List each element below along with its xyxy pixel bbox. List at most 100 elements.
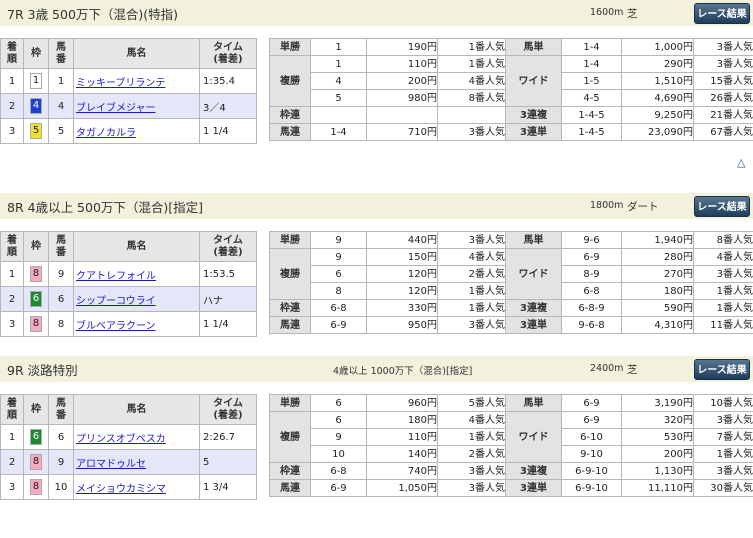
payout-amount: 140円 bbox=[366, 445, 438, 463]
payout-label-umatan: 馬単 bbox=[505, 231, 562, 249]
payout-combination: 9 bbox=[310, 428, 367, 446]
payout-label-tansho: 単勝 bbox=[269, 394, 311, 412]
header-horse-name: 馬名 bbox=[73, 394, 200, 425]
payout-row: 複勝 9 150円 4番人気 ワイド 6-9 280円 4番人気 bbox=[269, 248, 753, 300]
payout-popularity: 3番人気 bbox=[693, 411, 753, 429]
horse-number: 6 bbox=[48, 286, 74, 312]
horse-number: 4 bbox=[48, 93, 74, 119]
header-frame: 枠 bbox=[23, 394, 49, 425]
frame-number-badge: 1 bbox=[30, 73, 42, 89]
payout-combination: 1-4 bbox=[310, 123, 367, 141]
payout-popularity: 3番人気 bbox=[437, 231, 506, 249]
payout-popularity: 1番人気 bbox=[437, 428, 506, 446]
header-arrival: 着 順 bbox=[0, 38, 24, 69]
horse-name-link[interactable]: クアトレフォイル bbox=[76, 271, 156, 282]
horse-name-link[interactable]: ブルベアラクーン bbox=[76, 321, 156, 332]
horse-name-link[interactable]: アロマドゥルセ bbox=[76, 459, 146, 470]
payout-combination: 1 bbox=[310, 55, 367, 73]
payout-row: 単勝 9 440円 3番人気 馬単 9-6 1,940円 8番人気 bbox=[269, 231, 753, 249]
payout-popularity: 1番人気 bbox=[437, 38, 506, 56]
results-table: 着 順枠馬 番馬名 タイム (着差) 1 8 9 クアトレフォイル 1:53.5 2 6 6 シップ… bbox=[0, 231, 257, 337]
payout-popularity bbox=[437, 106, 506, 124]
header-arrival: 着 順 bbox=[0, 394, 24, 425]
payout-amount: 530円 bbox=[621, 428, 694, 446]
horse-number: 6 bbox=[48, 424, 74, 450]
payout-combination: 6 bbox=[310, 265, 367, 283]
finish-time: 5 bbox=[199, 449, 257, 475]
frame-number-badge: 8 bbox=[30, 454, 42, 470]
payout-combination: 1 bbox=[310, 38, 367, 56]
payout-combination: 1-4 bbox=[561, 55, 622, 73]
frame-number-badge: 8 bbox=[30, 316, 42, 332]
payout-amount: 960円 bbox=[366, 394, 438, 412]
race-surface: ダート bbox=[627, 201, 659, 213]
payout-combination: 10 bbox=[310, 445, 367, 463]
frame-number-badge: 8 bbox=[30, 479, 42, 495]
back-to-top-icon[interactable]: △ bbox=[737, 156, 745, 169]
arrival-order: 3 bbox=[0, 118, 24, 144]
payout-combination: 4 bbox=[310, 72, 367, 90]
horse-name-link[interactable]: ミッキーブリランテ bbox=[76, 78, 165, 89]
payout-popularity: 3番人気 bbox=[437, 316, 506, 334]
payout-label-umatan: 馬単 bbox=[505, 394, 562, 412]
race-result-button[interactable]: レース結果 bbox=[694, 359, 750, 380]
payout-popularity: 26番人気 bbox=[693, 89, 753, 107]
horse-name-link[interactable]: プリンスオブペスカ bbox=[76, 434, 166, 445]
payout-popularity: 3番人気 bbox=[693, 38, 753, 56]
finish-time: 3／4 bbox=[199, 93, 257, 119]
finish-time: 2:26.7 bbox=[199, 424, 257, 450]
payout-row: 複勝 6 180円 4番人気 ワイド 6-9 320円 3番人気 bbox=[269, 411, 753, 463]
payout-combination: 1-4-5 bbox=[561, 123, 622, 141]
payout-amount: 320円 bbox=[621, 411, 694, 429]
horse-name-cell: ブレイブメジャー bbox=[73, 93, 200, 119]
payout-combination: 1-4 bbox=[561, 38, 622, 56]
payout-popularity: 11番人気 bbox=[693, 316, 753, 334]
payout-combination: 6-9-10 bbox=[561, 462, 622, 480]
payout-label-sanrentan: 3連単 bbox=[505, 123, 562, 141]
horse-number: 1 bbox=[48, 68, 74, 94]
payout-row: 枠連 6-8 740円 3番人気 3連複 6-9-10 1,130円 3番人気 bbox=[269, 462, 753, 480]
horse-name-link[interactable]: メイショウカミシマ bbox=[76, 484, 166, 495]
horse-name-link[interactable]: タガノカルラ bbox=[76, 128, 136, 139]
payout-label-wakuren: 枠連 bbox=[269, 462, 311, 480]
payout-label-tansho: 単勝 bbox=[269, 38, 311, 56]
payout-amount: 270円 bbox=[621, 265, 694, 283]
race-section: 7R 3歳 500万下（混合)(特指) 1600m 芝 レース結果着 順枠馬 番馬名タ… bbox=[0, 0, 753, 169]
payout-row: 枠連 3連複 1-4-5 9,250円 21番人気 bbox=[269, 106, 753, 124]
race-result-button[interactable]: レース結果 bbox=[694, 3, 750, 24]
payout-amount: 23,090円 bbox=[621, 123, 694, 141]
payout-amount: 590円 bbox=[621, 299, 694, 317]
race-header: 8R 4歳以上 500万下（混合)[指定] 1800m ダート レース結果 bbox=[0, 193, 753, 219]
results-table: 着 順枠馬 番馬名 タイム (着差) 1 1 1 ミッキーブリランテ 1:35.4 2 4 4 ブレ… bbox=[0, 38, 257, 144]
frame-number-badge: 4 bbox=[30, 98, 42, 114]
race-result-button[interactable]: レース結果 bbox=[694, 196, 750, 217]
payout-popularity: 3番人気 bbox=[693, 55, 753, 73]
horse-name-link[interactable]: シップーコウライ bbox=[76, 296, 156, 307]
frame-cell: 5 bbox=[23, 118, 49, 144]
payout-popularity: 1番人気 bbox=[693, 299, 753, 317]
header-time: タイム (着差) bbox=[199, 231, 257, 262]
frame-cell: 6 bbox=[23, 286, 49, 312]
header-arrival: 着 順 bbox=[0, 231, 24, 262]
payout-table: 単勝 1 190円 1番人気 馬単 1-4 1,000円 3番人気 複勝 1 110円 1番人気 ワイド… bbox=[269, 38, 753, 141]
frame-cell: 6 bbox=[23, 424, 49, 450]
race-distance: 2400m bbox=[590, 363, 624, 374]
finish-time: ハナ bbox=[199, 286, 257, 312]
payout-amount: 180円 bbox=[366, 411, 438, 429]
payout-popularity: 8番人気 bbox=[693, 231, 753, 249]
horse-name-link[interactable]: ブレイブメジャー bbox=[76, 103, 156, 114]
horse-name-cell: メイショウカミシマ bbox=[73, 474, 200, 500]
result-row: 3 8 8 ブルベアラクーン 1 1/4 bbox=[0, 311, 257, 337]
payout-amount: 120円 bbox=[366, 265, 438, 283]
payout-amount: 200円 bbox=[366, 72, 438, 90]
result-row: 1 6 6 プリンスオブペスカ 2:26.7 bbox=[0, 424, 257, 450]
payout-combination: 6-9 bbox=[561, 248, 622, 266]
horse-number: 9 bbox=[48, 261, 74, 287]
payout-label-sanrentan: 3連単 bbox=[505, 479, 562, 497]
payout-label-sanrentan: 3連単 bbox=[505, 316, 562, 334]
horse-number: 9 bbox=[48, 449, 74, 475]
payout-combination: 6 bbox=[310, 394, 367, 412]
result-row: 3 5 5 タガノカルラ 1 1/4 bbox=[0, 118, 257, 144]
arrival-order: 1 bbox=[0, 68, 24, 94]
arrival-order: 1 bbox=[0, 424, 24, 450]
